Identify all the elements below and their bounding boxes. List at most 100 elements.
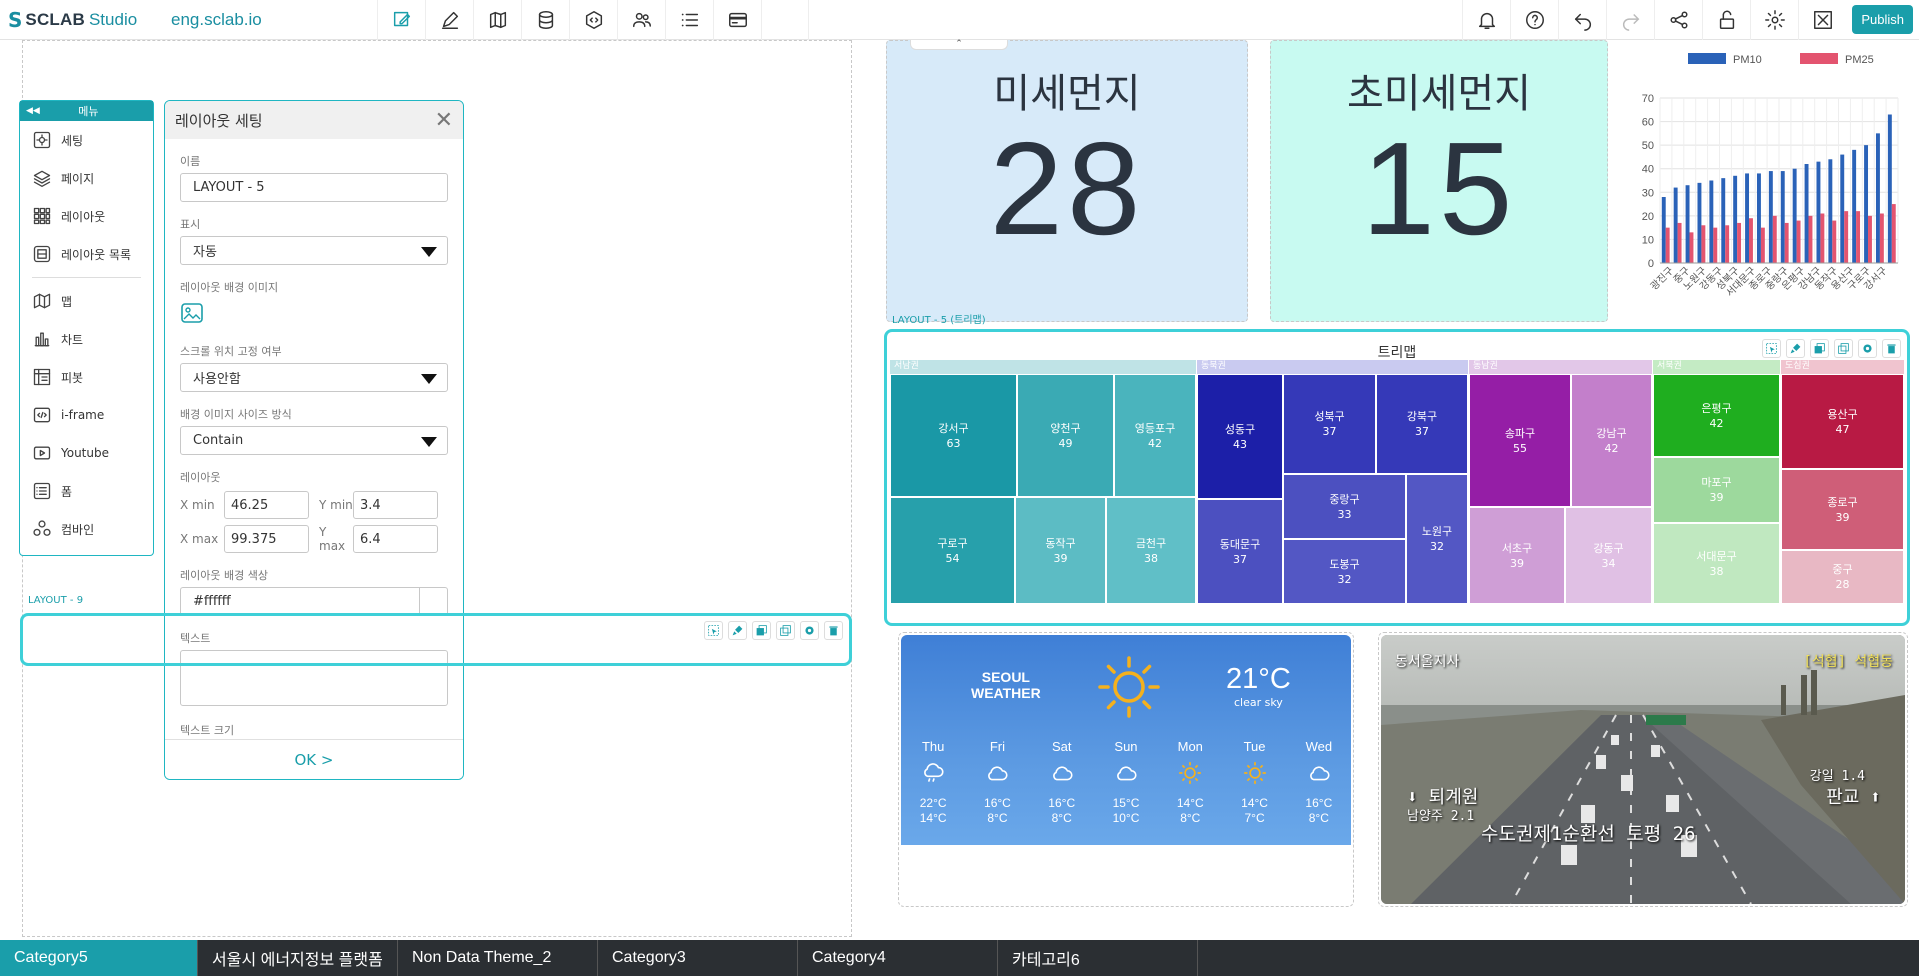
users-button[interactable] xyxy=(617,0,665,40)
kpi-pm10[interactable]: 미세먼지 28 xyxy=(886,40,1248,322)
edit-mode-button[interactable] xyxy=(377,0,425,40)
side-menu-header[interactable]: ◀◀ 메뉴 xyxy=(20,101,153,121)
treemap-cell-value: 38 xyxy=(1709,564,1724,578)
bell-button[interactable] xyxy=(1462,0,1510,40)
tab-5[interactable]: Category4 xyxy=(798,940,998,976)
menu-item-layout-list[interactable]: 레이아웃 목록 xyxy=(20,235,153,273)
code-button[interactable] xyxy=(569,0,617,40)
treemap-cell[interactable]: 송파구 55 xyxy=(1469,374,1571,507)
tab-2[interactable]: 서울시 에너지정보 플랫폼 xyxy=(198,940,398,976)
name-field[interactable]: LAYOUT - 5 xyxy=(180,173,448,202)
paint-icon[interactable] xyxy=(1786,339,1805,358)
fullscreen-button[interactable] xyxy=(1798,0,1846,40)
menu-item-combine[interactable]: 컴바인 xyxy=(20,510,153,548)
treemap-cell[interactable]: 도봉구 32 xyxy=(1283,539,1406,604)
menu-item-pivot[interactable]: 피봇 xyxy=(20,358,153,396)
menu-item-settings[interactable]: 세팅 xyxy=(20,121,153,159)
forecast-day-name: Tue xyxy=(1243,739,1266,754)
treemap-cell[interactable]: 중구 28 xyxy=(1781,550,1904,604)
treemap-cell[interactable]: 금천구 38 xyxy=(1106,497,1196,604)
menu-item-chart[interactable]: 차트 xyxy=(20,320,153,358)
xmin-field[interactable]: 46.25 xyxy=(224,491,309,519)
xmax-field[interactable]: 99.375 xyxy=(224,525,309,553)
treemap-cell[interactable]: 강동구 34 xyxy=(1565,507,1652,604)
treemap-cell[interactable]: 동작구 39 xyxy=(1015,497,1106,604)
menu-item-grid[interactable]: 레이아웃 xyxy=(20,197,153,235)
menu-item-form[interactable]: 폼 xyxy=(20,472,153,510)
card-button[interactable] xyxy=(713,0,761,40)
image-upload-icon[interactable] xyxy=(180,301,204,325)
tab-6[interactable]: 카테고리6 xyxy=(998,940,1198,976)
unlock-button[interactable] xyxy=(1702,0,1750,40)
map-book-button[interactable] xyxy=(473,0,521,40)
gear-button[interactable] xyxy=(1750,0,1798,40)
bg-size-select[interactable]: Contain xyxy=(180,426,448,455)
copy-icon[interactable] xyxy=(752,621,771,640)
undo-button[interactable] xyxy=(1558,0,1606,40)
paint-icon[interactable] xyxy=(728,621,747,640)
side-menu: ◀◀ 메뉴 세팅 페이지 레이아웃 레이아웃 목록맵 차트 피봇 i-frame Youtub… xyxy=(19,100,154,556)
treemap-cell[interactable]: 용산구 47 xyxy=(1781,374,1904,469)
site-domain[interactable]: eng.sclab.io xyxy=(155,10,377,30)
treemap-cell[interactable]: 강북구 37 xyxy=(1376,374,1468,474)
treemap-cell[interactable]: 영등포구 42 xyxy=(1114,374,1196,497)
ymax-field[interactable]: 6.4 xyxy=(353,525,438,553)
layout9-box[interactable] xyxy=(20,613,852,666)
kpi-pm25[interactable]: 초미세먼지 15 xyxy=(1270,40,1608,322)
redo-button[interactable] xyxy=(1606,0,1654,40)
menu-item-iframe[interactable]: i-frame xyxy=(20,396,153,434)
menu-item-map[interactable]: 맵 xyxy=(20,282,153,320)
weather-layout[interactable]: SEOUL WEATHER 21°C clear sky Thu 22°C 14°C… xyxy=(898,632,1354,907)
ok-button[interactable]: OK > xyxy=(165,739,463,779)
treemap-cell[interactable]: 서대문구 38 xyxy=(1653,523,1780,604)
cloud-icon xyxy=(1287,754,1351,792)
ymin-field[interactable]: 3.4 xyxy=(353,491,438,519)
treemap-cell[interactable]: 중랑구 33 xyxy=(1283,474,1406,539)
bg-size-label: 배경 이미지 사이즈 방식 xyxy=(180,408,292,421)
app-logo[interactable]: S SCLAB Studio xyxy=(8,8,155,32)
tab-3[interactable]: Non Data Theme_2 xyxy=(398,940,598,976)
treemap-cell[interactable]: 노원구 32 xyxy=(1406,474,1468,604)
treemap-cell[interactable]: 성동구 43 xyxy=(1197,374,1283,499)
share-button[interactable] xyxy=(1654,0,1702,40)
treemap-cell[interactable]: 양천구 49 xyxy=(1017,374,1114,497)
pencil-button[interactable] xyxy=(425,0,473,40)
settings-icon[interactable] xyxy=(800,621,819,640)
color-swatch[interactable] xyxy=(419,587,448,616)
treemap-cell[interactable]: 강남구 42 xyxy=(1571,374,1652,507)
help-button[interactable] xyxy=(1510,0,1558,40)
treemap-cell[interactable]: 강서구 63 xyxy=(890,374,1017,497)
duplicate-icon[interactable] xyxy=(1834,339,1853,358)
display-select[interactable]: 자동 xyxy=(180,236,448,265)
treemap-layout[interactable]: 트리맵 서남권 강서구 63 양천구 49 영등포구 42 구로구 54 동작구 39 금천구 38 동북… xyxy=(884,329,1910,626)
cctv-layout[interactable]: 동서울지사 [석협] 석협동 ⬇ 퇴계원 남양주 2.1 강일 1.4 판교 ⬆… xyxy=(1378,632,1908,907)
forecast-high: 14°C xyxy=(1241,796,1268,810)
treemap-cell[interactable]: 구로구 54 xyxy=(890,497,1015,604)
menu-item-layers[interactable]: 페이지 xyxy=(20,159,153,197)
select-icon[interactable] xyxy=(1762,339,1781,358)
menu-item-youtube[interactable]: Youtube xyxy=(20,434,153,472)
treemap-cell[interactable]: 은평구 42 xyxy=(1653,374,1780,457)
treemap-cell[interactable]: 동대문구 37 xyxy=(1197,499,1283,604)
publish-button[interactable]: Publish xyxy=(1852,5,1913,34)
copy-icon[interactable] xyxy=(1810,339,1829,358)
treemap-cell[interactable]: 성북구 37 xyxy=(1283,374,1376,474)
trash-icon[interactable] xyxy=(824,621,843,640)
settings-icon[interactable] xyxy=(1858,339,1877,358)
collapse-tab-icon[interactable]: ⌃ xyxy=(910,40,1008,50)
select-icon[interactable] xyxy=(704,621,723,640)
treemap-cell[interactable]: 마포구 39 xyxy=(1653,457,1780,523)
duplicate-icon[interactable] xyxy=(776,621,795,640)
close-icon[interactable]: ✕ xyxy=(435,108,453,133)
treemap-cell[interactable]: 서초구 39 xyxy=(1469,507,1565,604)
list-button[interactable] xyxy=(665,0,713,40)
cctv-video[interactable]: 동서울지사 [석협] 석협동 ⬇ 퇴계원 남양주 2.1 강일 1.4 판교 ⬆… xyxy=(1381,635,1905,904)
tab-4[interactable]: Category3 xyxy=(598,940,798,976)
collapse-icon[interactable]: ◀◀ xyxy=(26,106,40,116)
scroll-fix-select[interactable]: 사용안함 xyxy=(180,363,448,392)
trash-icon[interactable] xyxy=(1882,339,1901,358)
bg-color-field[interactable]: #ffffff xyxy=(180,587,419,616)
treemap-cell[interactable]: 종로구 39 xyxy=(1781,469,1904,550)
database-button[interactable] xyxy=(521,0,569,40)
tab-1[interactable]: Category5 xyxy=(0,940,198,976)
